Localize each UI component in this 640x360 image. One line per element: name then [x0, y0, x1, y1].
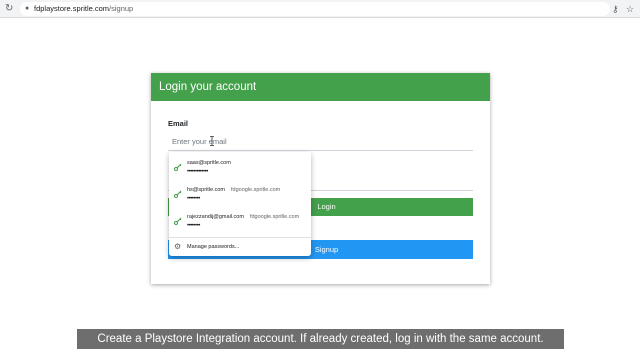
video-caption: Create a Playstore Integration account. …	[77, 329, 564, 349]
suggestion-email: saas@spritle.com	[187, 160, 231, 167]
key-icon[interactable]: ⚷	[612, 3, 619, 15]
suggestion-user: hs@spritle.com	[187, 187, 225, 193]
caption-text: Create a Playstore Integration account. …	[97, 333, 544, 345]
key-icon	[174, 217, 182, 225]
autofill-suggestion[interactable]: rajezzandij@gmail.com fdgoogle.spritle.co…	[169, 210, 311, 234]
text-cursor-icon	[210, 136, 214, 146]
divider	[169, 237, 311, 238]
suggestion-password: •••••••••••••	[187, 169, 208, 175]
suggestion-email: hs@spritle.com fdgoogle.spritle.com	[187, 187, 280, 194]
browser-toolbar: ↻ ● fdplaystore.spritle.com/signup ⚷ ☆	[0, 0, 640, 18]
autofill-suggestion[interactable]: saas@spritle.com •••••••••••••	[169, 156, 311, 180]
lock-icon[interactable]: ●	[25, 4, 29, 14]
autofill-dropdown: saas@spritle.com ••••••••••••• hs@spritl…	[169, 152, 311, 256]
email-label: Email	[168, 119, 189, 128]
suggestion-password: ••••••••	[187, 196, 200, 202]
url-domain: fdplaystore.spritle.com	[34, 4, 110, 13]
card-header: Login your account	[151, 73, 490, 101]
page-title: Login your account	[159, 81, 257, 93]
key-icon	[174, 163, 182, 171]
suggestion-password: ••••••••	[187, 223, 200, 229]
suggestion-email: rajezzandij@gmail.com fdgoogle.spritle.co…	[187, 214, 299, 221]
suggestion-site: fdgoogle.spritle.com	[249, 214, 300, 220]
gear-icon[interactable]: ⚙	[174, 242, 181, 251]
suggestion-site: fdgoogle.spritle.com	[230, 187, 281, 193]
suggestion-user: rajezzandij@gmail.com	[187, 214, 244, 220]
key-icon	[174, 190, 182, 198]
url-path: /signup	[109, 4, 134, 13]
suggestion-user: saas@spritle.com	[187, 160, 231, 166]
reload-icon[interactable]: ↻	[5, 3, 13, 15]
address-bar[interactable]: ● fdplaystore.spritle.com/signup	[20, 2, 610, 16]
manage-passwords-link[interactable]: Manage passwords...	[187, 244, 239, 251]
star-icon[interactable]: ☆	[626, 3, 634, 15]
url-text[interactable]: fdplaystore.spritle.com/signup	[34, 4, 133, 14]
autofill-suggestion[interactable]: hs@spritle.com fdgoogle.spritle.com •••••…	[169, 183, 311, 207]
